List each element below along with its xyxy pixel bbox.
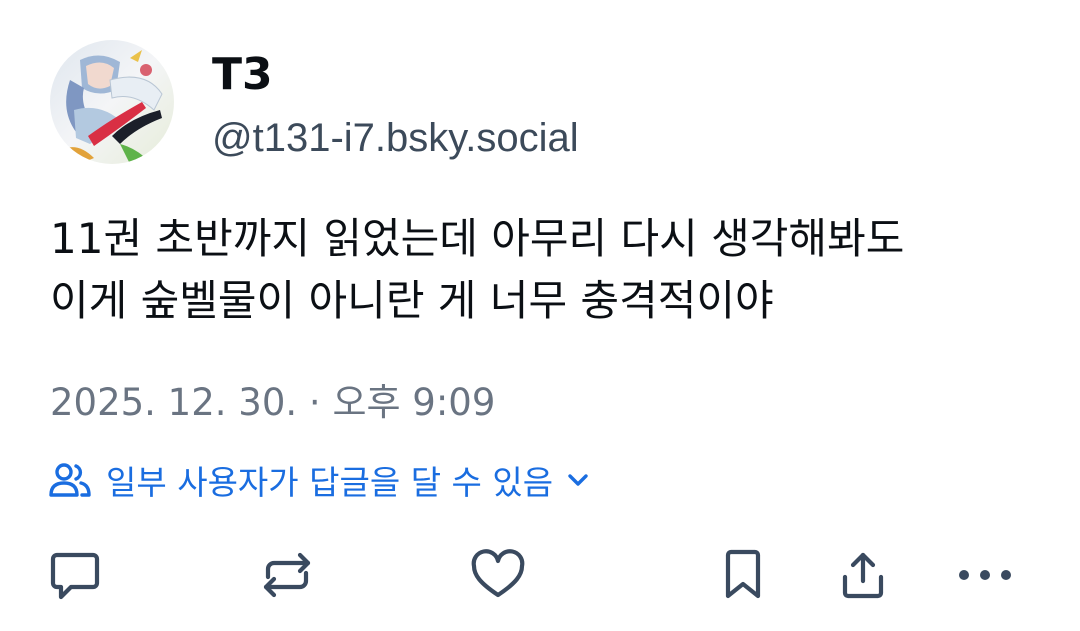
post-text-line: 이게 숲벨물이 아니란 게 너무 충격적이야 [50,276,774,325]
post-text-line: 11권 초반까지 읽었는데 아무리 다시 생각해봐도 [50,214,905,263]
display-name[interactable]: T3 [212,48,273,102]
avatar-image [50,40,174,164]
post-time: 오후 9:09 [332,381,496,424]
repost-arrows-icon [256,547,318,603]
handle[interactable]: @t131-i7.bsky.social [212,112,579,164]
people-icon [48,462,92,498]
reply-button[interactable] [40,542,110,608]
more-options-button[interactable] [950,542,1020,608]
reply-settings-button[interactable]: 일부 사용자가 답글을 달 수 있음 [48,454,589,506]
action-bar [0,540,1080,610]
reply-settings-label: 일부 사용자가 답글을 달 수 있음 [106,463,554,502]
timestamp-separator: · [297,381,333,424]
bookmark-icon [719,546,767,604]
more-dots-icon [954,565,1016,585]
share-button[interactable] [828,542,898,608]
repost-button[interactable] [252,542,322,608]
like-button[interactable] [463,542,533,608]
post-thread-item: T3 @t131-i7.bsky.social 11권 초반까지 읽었는데 아무… [0,0,1080,631]
avatar[interactable] [50,40,174,164]
bookmark-button[interactable] [708,542,778,608]
share-upload-icon [835,547,891,603]
post-text: 11권 초반까지 읽었는데 아무리 다시 생각해봐도 이게 숲벨물이 아니란 게… [50,208,1050,332]
chevron-down-icon [567,472,589,488]
post-date: 2025. 12. 30. [50,381,298,424]
heart-icon [468,547,528,603]
timestamp[interactable]: 2025. 12. 30. · 오후 9:09 [50,378,495,428]
speech-bubble-icon [47,547,103,603]
